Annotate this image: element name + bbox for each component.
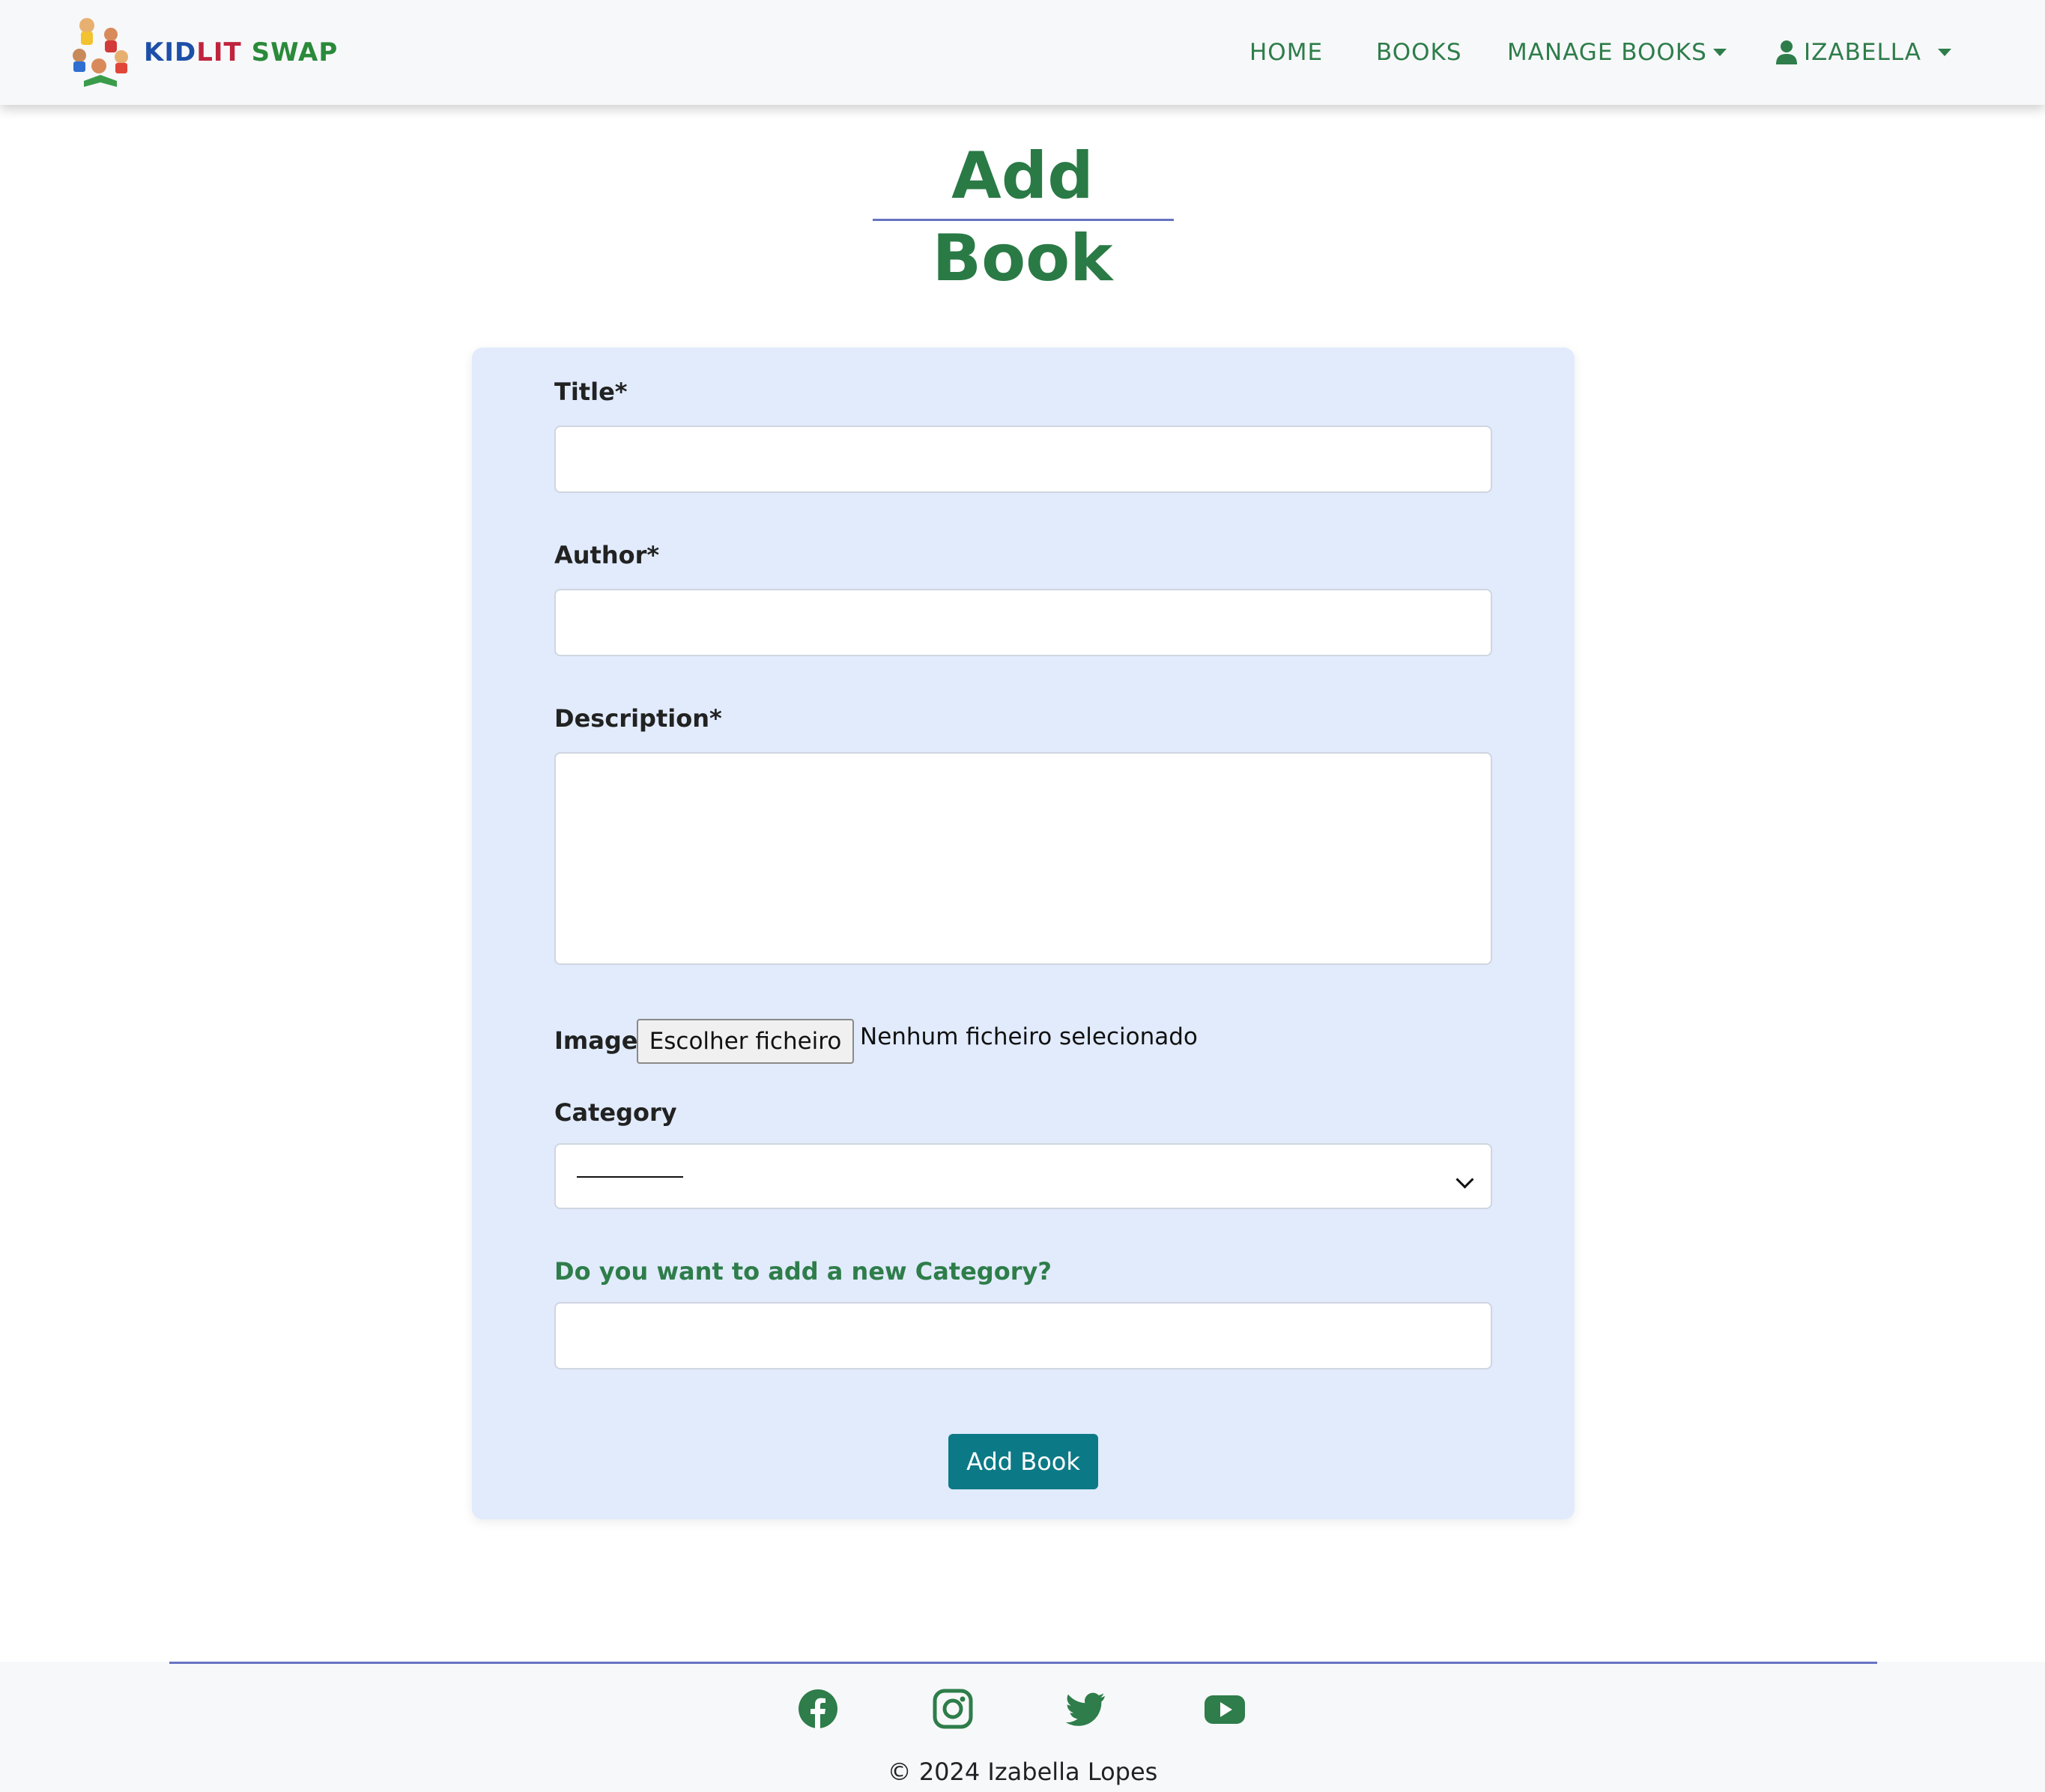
category-label: Category (554, 1098, 677, 1127)
navbar: KIDLIT SWAP HOME BOOKS MANAGE BOOKS IZAB… (0, 0, 2045, 105)
caret-down-icon (1937, 49, 1951, 56)
nav-manage-books-label: MANAGE BOOKS (1507, 39, 1707, 66)
author-label: Author* (554, 541, 660, 569)
brand-name-part: SWAP (251, 37, 339, 67)
twitter-icon[interactable] (1066, 1689, 1106, 1729)
user-icon (1776, 40, 1797, 64)
choose-file-button[interactable]: Escolher ficheiro (637, 1019, 854, 1064)
nav-manage-books-dropdown[interactable]: MANAGE BOOKS (1507, 36, 1727, 69)
nav-user-dropdown[interactable]: IZABELLA (1775, 36, 1951, 69)
description-label: Description* (554, 704, 722, 733)
kids-reading-logo-icon (73, 18, 128, 87)
facebook-icon[interactable] (798, 1689, 838, 1729)
title-underline (873, 219, 1174, 221)
youtube-icon[interactable] (1204, 1689, 1246, 1729)
description-textarea[interactable] (554, 752, 1492, 965)
add-book-button[interactable]: Add Book (948, 1434, 1098, 1489)
caret-down-icon (1712, 49, 1727, 56)
brand-name-part: KID (144, 37, 197, 67)
copyright-text: © 2024 Izabella Lopes (887, 1758, 1158, 1786)
title-label: Title* (554, 378, 628, 406)
title-input[interactable] (554, 426, 1492, 493)
brand-name-part: LIT (196, 37, 242, 67)
file-status-text: Nenhum ficheiro selecionado (860, 1023, 1198, 1050)
image-label: Image (554, 1026, 638, 1055)
new-category-input[interactable] (554, 1302, 1492, 1369)
brand-link[interactable]: KIDLIT SWAP (64, 10, 338, 94)
new-category-label: Do you want to add a new Category? (554, 1257, 1052, 1286)
nav-home-link[interactable]: HOME (1249, 36, 1323, 69)
page-title: Add Book (932, 139, 1113, 296)
nav-books-link[interactable]: BOOKS (1376, 36, 1462, 69)
category-select[interactable] (554, 1143, 1492, 1209)
category-selected-placeholder (577, 1176, 683, 1178)
author-input[interactable] (554, 589, 1492, 656)
nav-books-label: BOOKS (1376, 39, 1462, 66)
nav-user-label: IZABELLA (1804, 39, 1921, 66)
instagram-icon[interactable] (933, 1689, 973, 1729)
footer-divider (169, 1662, 1877, 1664)
nav-home-label: HOME (1249, 39, 1324, 66)
chevron-down-icon (1455, 1170, 1474, 1189)
